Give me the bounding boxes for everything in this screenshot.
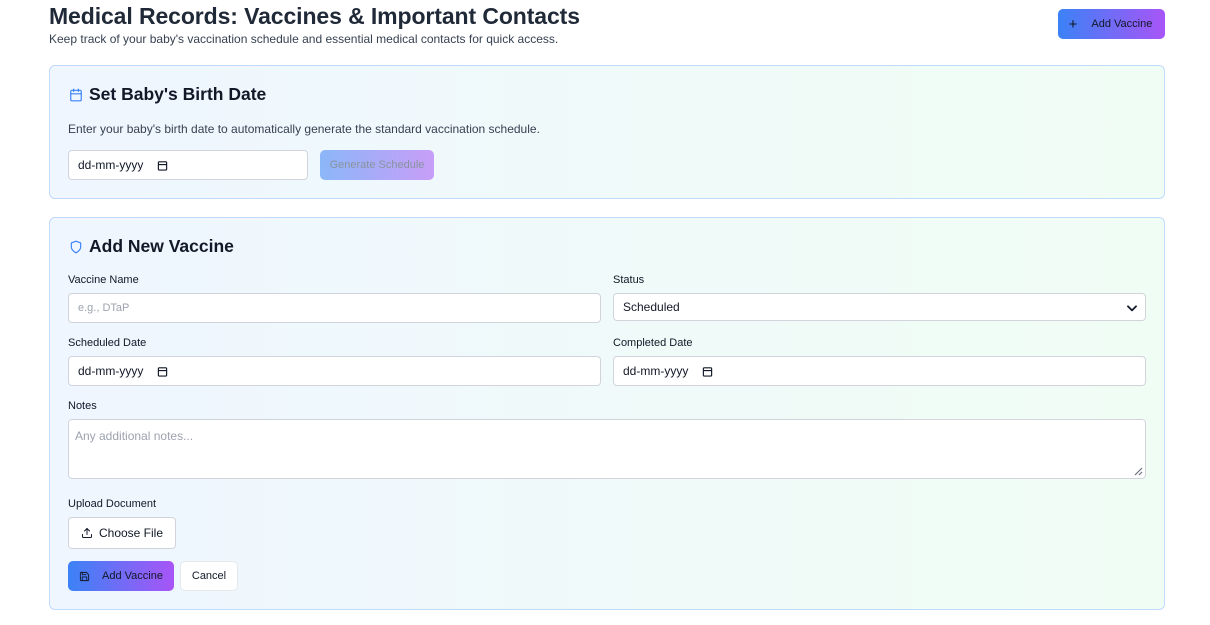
- shield-icon: [70, 240, 82, 253]
- status-label: Status: [613, 274, 645, 286]
- choose-file-label: Choose File: [98, 526, 164, 540]
- page-title: Medical Records: Vaccines & Important Co…: [49, 3, 580, 29]
- upload-document-label: Upload Document: [68, 498, 157, 510]
- resize-handle-icon[interactable]: [1133, 466, 1143, 476]
- page-subtitle: Keep track of your baby's vaccination sc…: [49, 32, 559, 46]
- date-picker-icon[interactable]: [157, 160, 168, 171]
- vaccine-name-label: Vaccine Name: [68, 274, 139, 286]
- upload-icon: [81, 528, 92, 538]
- notes-label: Notes: [68, 400, 97, 412]
- add-vaccine-submit-label: Add Vaccine: [102, 570, 163, 582]
- date-picker-icon[interactable]: [702, 366, 713, 377]
- scheduled-date-label: Scheduled Date: [68, 337, 147, 349]
- completed-date-label: Completed Date: [613, 337, 693, 349]
- birth-date-card: Set Baby's Birth Date Enter your baby's …: [49, 65, 1165, 199]
- header-add-vaccine-label: Add Vaccine: [1091, 18, 1153, 30]
- generate-schedule-button[interactable]: Generate Schedule: [320, 150, 434, 180]
- calendar-icon: [70, 88, 82, 101]
- birth-date-input[interactable]: dd-mm-yyyy: [68, 150, 308, 180]
- vaccine-name-placeholder: e.g., DTaP: [78, 302, 130, 314]
- scheduled-date-placeholder: dd-mm-yyyy: [78, 364, 144, 378]
- choose-file-button[interactable]: Choose File: [68, 517, 176, 549]
- status-select[interactable]: Scheduled: [613, 293, 1146, 321]
- plus-icon: +: [1068, 15, 1078, 33]
- add-vaccine-card-title-text: Add New Vaccine: [89, 236, 234, 256]
- birth-date-card-title: Set Baby's Birth Date: [69, 84, 266, 105]
- birth-date-card-title-text: Set Baby's Birth Date: [89, 84, 267, 104]
- completed-date-input[interactable]: dd-mm-yyyy: [613, 356, 1146, 386]
- cancel-button[interactable]: Cancel: [180, 561, 238, 591]
- notes-placeholder: Any additional notes...: [75, 429, 194, 443]
- save-icon: [79, 571, 90, 581]
- birth-date-placeholder: dd-mm-yyyy: [78, 158, 144, 172]
- add-vaccine-card-title: Add New Vaccine: [69, 236, 234, 257]
- date-picker-icon[interactable]: [157, 366, 168, 377]
- birth-date-description: Enter your baby's birth date to automati…: [68, 122, 540, 136]
- scheduled-date-input[interactable]: dd-mm-yyyy: [68, 356, 601, 386]
- add-vaccine-card: Add New Vaccine Vaccine Name e.g., DTaP …: [49, 217, 1165, 610]
- add-vaccine-submit-button[interactable]: Add Vaccine: [68, 561, 174, 591]
- notes-textarea[interactable]: Any additional notes...: [68, 419, 1146, 479]
- header-add-vaccine-button[interactable]: + Add Vaccine: [1058, 9, 1165, 39]
- completed-date-placeholder: dd-mm-yyyy: [623, 364, 689, 378]
- chevron-down-icon: [1127, 305, 1137, 312]
- vaccine-name-input[interactable]: e.g., DTaP: [68, 293, 601, 323]
- status-select-value: Scheduled: [623, 300, 680, 314]
